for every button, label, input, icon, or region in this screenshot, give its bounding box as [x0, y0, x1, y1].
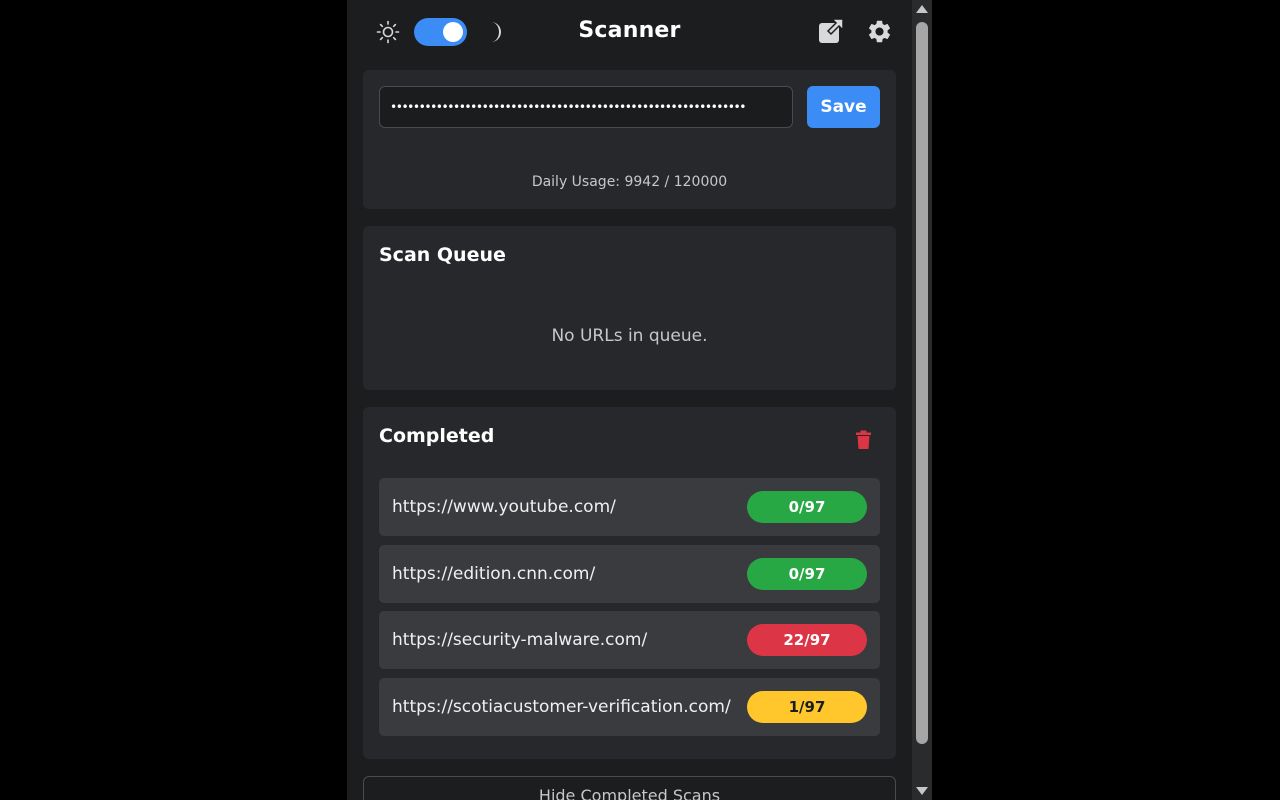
scrollbar-thumb[interactable]	[916, 22, 928, 744]
scan-queue-card: Scan Queue No URLs in queue.	[363, 226, 896, 390]
scan-result-badge: 0/97	[747, 557, 867, 590]
scan-row[interactable]: https://edition.cnn.com/ 0/97	[379, 544, 880, 603]
queue-empty-text: No URLs in queue.	[551, 326, 708, 346]
header: Scanner	[347, 0, 912, 66]
scan-queue-title: Scan Queue	[379, 244, 506, 266]
completed-card: Completed https://www.youtube.com/ 0/97 …	[363, 407, 896, 759]
completed-scan-list: https://www.youtube.com/ 0/97 https://ed…	[379, 478, 880, 744]
gear-icon[interactable]	[866, 18, 893, 45]
scroll-down-arrow-icon[interactable]	[912, 782, 932, 800]
daily-usage-text: Daily Usage: 9942 / 120000	[531, 174, 728, 190]
scan-row[interactable]: https://www.youtube.com/ 0/97	[379, 478, 880, 536]
scan-row[interactable]: https://scotiacustomer-verification.com/…	[379, 677, 880, 736]
completed-title: Completed	[379, 425, 495, 447]
scan-result-badge: 0/97	[747, 491, 867, 523]
external-link-icon[interactable]	[818, 18, 844, 44]
scrollbar[interactable]	[912, 0, 932, 800]
scan-url: https://www.youtube.com/	[392, 497, 616, 517]
trash-icon[interactable]	[855, 430, 872, 450]
scan-url: https://security-malware.com/	[392, 630, 648, 651]
save-button[interactable]: Save	[807, 86, 880, 128]
api-key-input[interactable]: ••••••••••••••••••••••••••••••••••••••••…	[379, 86, 793, 128]
hide-completed-scans-button[interactable]: Hide Completed Scans	[363, 776, 896, 800]
scan-result-badge: 1/97	[747, 690, 867, 723]
scan-url: https://edition.cnn.com/	[392, 563, 596, 584]
scan-url: https://scotiacustomer-verification.com/	[392, 696, 731, 717]
scanner-popup: Scanner ••••••••••••••••••••••••••••••••…	[347, 0, 912, 800]
scan-row[interactable]: https://security-malware.com/ 22/97	[379, 611, 880, 670]
scan-result-badge: 22/97	[747, 624, 867, 657]
scroll-up-arrow-icon[interactable]	[912, 0, 932, 18]
api-key-card: ••••••••••••••••••••••••••••••••••••••••…	[363, 70, 896, 209]
